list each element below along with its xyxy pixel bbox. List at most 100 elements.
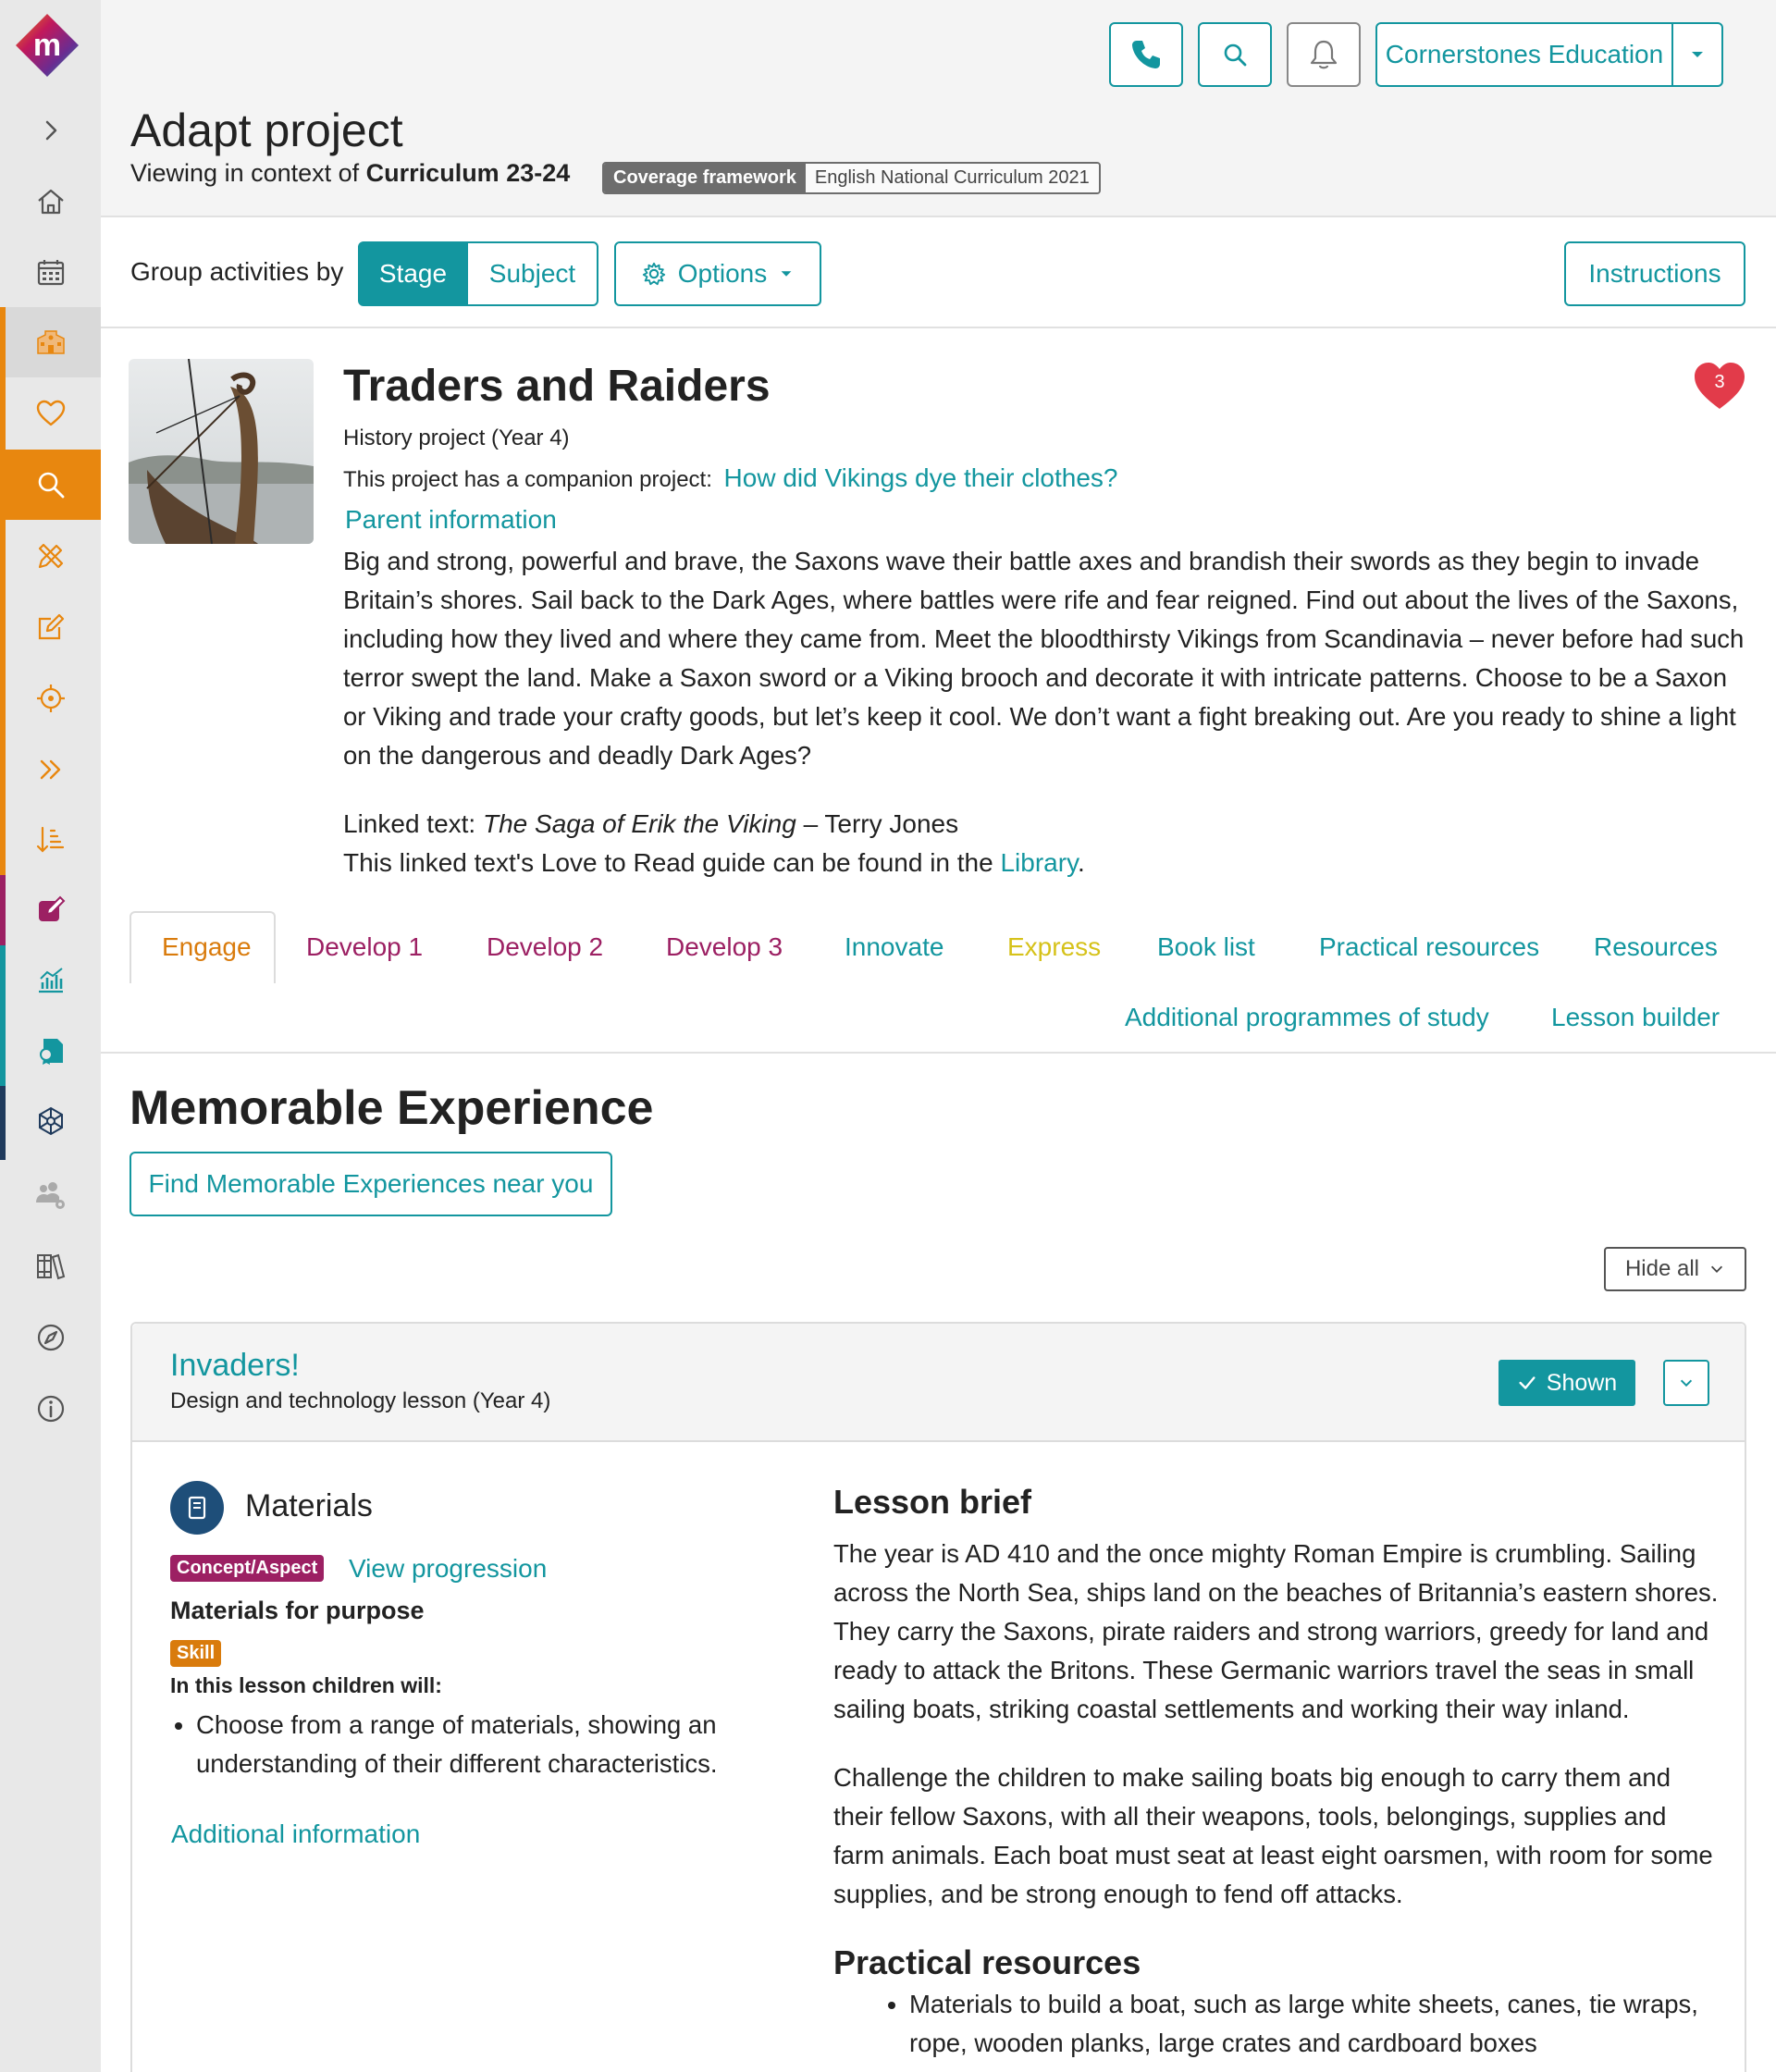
tab-resources[interactable]: Resources [1594,932,1718,962]
home-icon [37,189,64,215]
options-button[interactable]: Options [614,241,821,306]
skill-badge: Skill [170,1640,222,1667]
lesson-card-header: Invaders! Design and technology lesson (… [132,1324,1745,1442]
sidebar-item-users[interactable] [0,1160,101,1230]
linked-book-title: The Saga of Erik the Viking [482,809,796,838]
sidebar-item-assessment[interactable] [0,875,101,945]
compass-icon [37,1324,64,1351]
project-image [129,359,314,544]
logo-icon[interactable]: m [14,12,80,79]
tab-book-list[interactable]: Book list [1157,932,1255,962]
linked-author: – Terry Jones [803,809,959,838]
view-progression-link[interactable]: View progression [349,1554,547,1584]
find-memorable-experiences-button[interactable]: Find Memorable Experiences near you [130,1152,612,1216]
practical-resources-list: Materials to build a boat, such as large… [909,1985,1723,2063]
section-title: Memorable Experience [130,1081,654,1135]
sidebar-item-favourites[interactable] [0,378,101,449]
organisation-button[interactable]: Cornerstones Education [1375,22,1673,87]
chevron-right-icon [45,120,56,141]
lesson-card: Invaders! Design and technology lesson (… [130,1322,1746,2072]
info-icon [37,1395,64,1423]
tab-express[interactable]: Express [1007,932,1101,962]
context-value: Curriculum 23-24 [365,159,571,187]
edit-icon [38,613,64,640]
concept-aspect-badge: Concept/Aspect [170,1555,325,1582]
chevron-down-icon [1710,1265,1723,1273]
notifications-button[interactable] [1287,22,1361,87]
companion-project: This project has a companion project: Ho… [343,463,1117,493]
practical-resources-title: Practical resources [833,1943,1141,1981]
sidebar-item-library[interactable] [0,1231,101,1301]
materials-for-purpose: Materials for purpose [170,1597,425,1624]
lesson-brief-title: Lesson brief [833,1483,1032,1521]
page-title: Adapt project [130,105,403,156]
logo-letter: m [33,28,61,63]
instructions-button[interactable]: Instructions [1564,241,1745,306]
viking-ship-image [129,359,314,544]
check-icon [1519,1376,1536,1389]
coverage-label: Coverage framework [604,164,806,192]
sidebar-item-calendar[interactable] [0,237,101,307]
lesson-title-link[interactable]: Invaders! [170,1348,300,1384]
target-icon [36,684,65,712]
school-icon [36,330,65,354]
linked-text: Linked text: The Saga of Erik the Viking… [343,805,1085,882]
additional-information-link[interactable]: Additional information [171,1819,420,1849]
sidebar-item-explore[interactable] [0,1302,101,1373]
sidebar-item-certificates[interactable] [0,1016,101,1086]
options-label: Options [677,259,768,288]
expand-lesson-button[interactable] [1663,1360,1709,1406]
search-icon [38,472,64,499]
sidebar-item-sort[interactable] [0,805,101,875]
linked-prefix: Linked text: [343,809,476,838]
books-icon [36,1253,65,1280]
project-subtitle: History project (Year 4) [343,426,570,450]
phone-icon [1132,41,1160,68]
sidebar-item-network[interactable] [0,1086,101,1156]
shown-toggle-button[interactable]: Shown [1498,1360,1635,1406]
group-toolbar: Group activities by Stage Subject Option… [101,217,1776,328]
tab-practical-resources[interactable]: Practical resources [1319,932,1539,962]
sidebar-item-home[interactable] [0,166,101,237]
calendar-icon [37,260,64,286]
parent-information-link[interactable]: Parent information [345,505,557,535]
organisation-dropdown-button[interactable] [1671,22,1723,87]
coverage-framework-badge: Coverage framework English National Curr… [602,162,1101,194]
heart-icon [36,400,65,426]
search-icon [1224,43,1247,67]
header-search-button[interactable] [1198,22,1272,87]
lesson-brief-paragraph-1: The year is AD 410 and the once mighty R… [833,1539,1719,1723]
tab-develop-3[interactable]: Develop 3 [666,932,783,962]
group-by-subject-button[interactable]: Subject [466,241,598,306]
sidebar-item-info[interactable] [0,1374,101,1444]
materials-icon-circle [170,1481,224,1535]
gear-icon [642,262,665,286]
group-by-stage-button[interactable]: Stage [358,241,468,306]
list-item: Choose from a range of materials, showin… [196,1706,751,1783]
sidebar-item-edit[interactable] [0,592,101,662]
sidebar-item-progress[interactable] [0,734,101,805]
sidebar-item-design[interactable] [0,521,101,591]
library-link[interactable]: Library [1000,848,1078,877]
love-to-read-line: This linked text's Love to Read guide ca… [343,844,1085,882]
hide-all-button[interactable]: Hide all [1604,1247,1746,1291]
tab-develop-1[interactable]: Develop 1 [306,932,423,962]
tab-develop-2[interactable]: Develop 2 [487,932,603,962]
tab-additional-programmes[interactable]: Additional programmes of study [1125,1003,1489,1032]
sidebar-item-target[interactable] [0,663,101,734]
context-prefix: Viewing in context of [130,159,360,187]
project-description: Big and strong, powerful and brave, the … [343,547,1745,770]
phone-button[interactable] [1109,22,1183,87]
sidebar-item-school[interactable] [0,307,101,377]
sidebar-item-search[interactable] [0,450,101,520]
companion-project-link[interactable]: How did Vikings dye their clothes? [724,463,1118,492]
tab-innovate[interactable]: Innovate [845,932,944,962]
sidebar-expand-button[interactable] [0,95,101,166]
favourite-count: 3 [1714,372,1725,392]
tab-lesson-builder[interactable]: Lesson builder [1551,1003,1720,1032]
list-item: Materials to build a boat, such as large… [909,1985,1723,2063]
pen-square-icon [38,895,65,921]
tab-engage[interactable]: Engage [162,932,252,962]
sort-icon [36,826,64,853]
sidebar-item-analytics[interactable] [0,945,101,1016]
